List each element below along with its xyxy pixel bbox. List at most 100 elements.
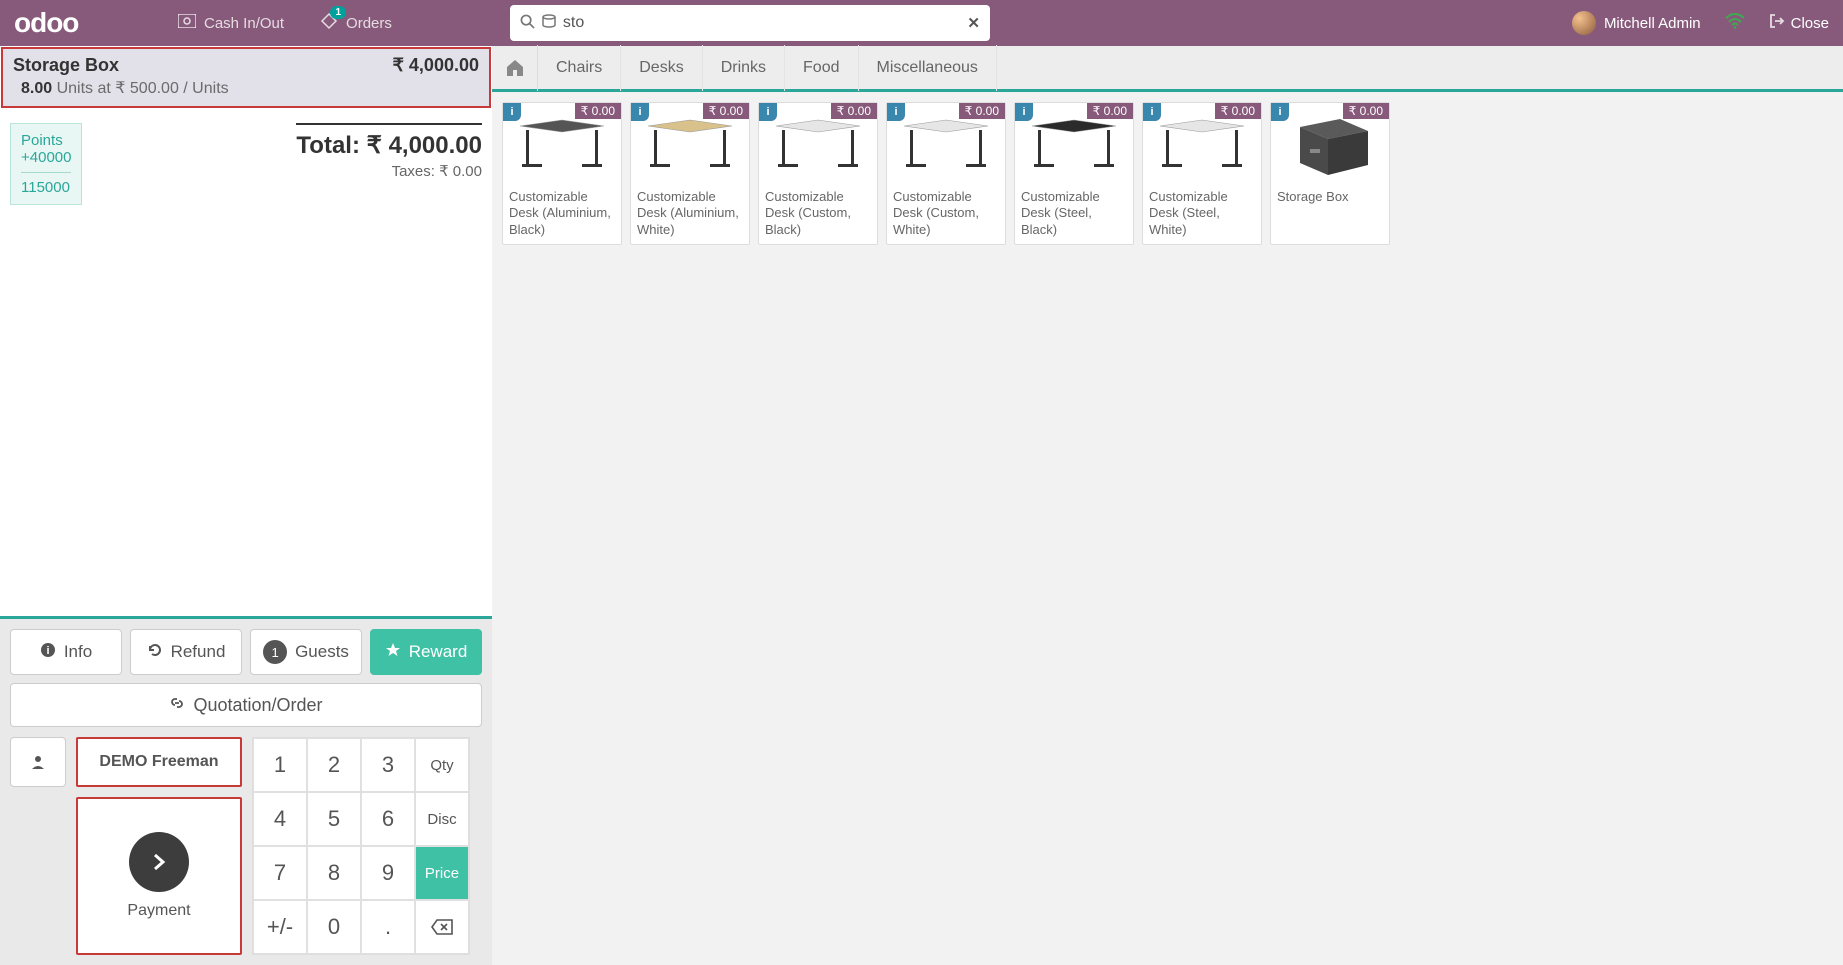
ticket-icon: 1 xyxy=(320,12,338,34)
order-line-unit-text: Units at ₹ 500.00 / Units xyxy=(57,80,229,97)
order-line-qty: 8.00 xyxy=(21,80,52,97)
star-icon xyxy=(385,642,401,663)
info-icon[interactable]: i xyxy=(1271,103,1289,121)
product-name: Customizable Desk (Custom, Black) xyxy=(759,185,877,244)
user-icon xyxy=(30,754,46,770)
numpad-9[interactable]: 9 xyxy=(361,846,415,900)
info-icon[interactable]: i xyxy=(1015,103,1033,121)
category-tab-desks[interactable]: Desks xyxy=(621,45,702,91)
numpad-plusminus[interactable]: +/- xyxy=(253,900,307,954)
reward-label: Reward xyxy=(409,642,468,662)
cash-in-out-button[interactable]: Cash In/Out xyxy=(160,0,302,46)
payment-label: Payment xyxy=(127,902,190,920)
product-card[interactable]: i₹ 0.00Customizable Desk (Steel, White) xyxy=(1142,102,1262,245)
order-line-price: ₹ 4,000.00 xyxy=(392,55,479,76)
numpad-price[interactable]: Price xyxy=(415,846,469,900)
info-icon[interactable]: i xyxy=(631,103,649,121)
numpad-qty[interactable]: Qty xyxy=(415,738,469,792)
cash-icon xyxy=(178,14,196,32)
quotation-button[interactable]: Quotation/Order xyxy=(10,683,482,727)
svg-text:i: i xyxy=(46,645,49,657)
info-button[interactable]: i Info xyxy=(10,629,122,675)
info-label: Info xyxy=(64,642,92,662)
numpad-6[interactable]: 6 xyxy=(361,792,415,846)
close-button[interactable]: Close xyxy=(1755,13,1843,33)
user-name: Mitchell Admin xyxy=(1604,15,1701,32)
refund-button[interactable]: Refund xyxy=(130,629,242,675)
numpad-backspace[interactable] xyxy=(415,900,469,954)
product-card[interactable]: i₹ 0.00Customizable Desk (Steel, Black) xyxy=(1014,102,1134,245)
reward-button[interactable]: Reward xyxy=(370,629,482,675)
numpad-4[interactable]: 4 xyxy=(253,792,307,846)
price-tag: ₹ 0.00 xyxy=(1343,103,1389,119)
product-image xyxy=(640,112,740,177)
product-image xyxy=(512,112,612,177)
category-tab-drinks[interactable]: Drinks xyxy=(703,45,785,91)
product-image xyxy=(896,112,996,177)
order-line[interactable]: Storage Box ₹ 4,000.00 8.00 Units at ₹ 5… xyxy=(1,47,491,108)
product-card[interactable]: i₹ 0.00Customizable Desk (Aluminium, Bla… xyxy=(502,102,622,245)
actions-panel: i Info Refund 1 Guests xyxy=(0,619,492,965)
info-icon[interactable]: i xyxy=(759,103,777,121)
category-bar: ChairsDesksDrinksFoodMiscellaneous xyxy=(492,46,1843,92)
chevron-right-icon xyxy=(129,832,189,892)
order-panel: Storage Box ₹ 4,000.00 8.00 Units at ₹ 5… xyxy=(0,46,492,965)
user-menu[interactable]: Mitchell Admin xyxy=(1558,11,1715,35)
undo-icon xyxy=(147,642,163,663)
numpad-3[interactable]: 3 xyxy=(361,738,415,792)
product-panel: ChairsDesksDrinksFoodMiscellaneous i₹ 0.… xyxy=(492,46,1843,965)
barcode-icon xyxy=(541,14,557,32)
order-line-name: Storage Box xyxy=(13,55,119,76)
close-label: Close xyxy=(1791,15,1829,32)
points-total: 115000 xyxy=(21,179,71,196)
numpad-5[interactable]: 5 xyxy=(307,792,361,846)
category-tab-food[interactable]: Food xyxy=(785,45,858,91)
guests-button[interactable]: 1 Guests xyxy=(250,629,362,675)
logo[interactable]: odoo xyxy=(0,0,160,46)
product-card[interactable]: i₹ 0.00Customizable Desk (Custom, White) xyxy=(886,102,1006,245)
product-card[interactable]: i ₹ 0.00 Customizable Desk (Aluminium, Whi… xyxy=(630,102,750,245)
customer-icon-button[interactable] xyxy=(10,737,66,787)
price-tag: ₹ 0.00 xyxy=(703,103,749,119)
search-box[interactable]: ✕ xyxy=(510,5,990,41)
orders-label: Orders xyxy=(346,15,392,32)
numpad-0[interactable]: 0 xyxy=(307,900,361,954)
product-name: Customizable Desk (Aluminium, White) xyxy=(631,185,749,244)
payment-button[interactable]: Payment xyxy=(76,797,242,955)
numpad-dot[interactable]: . xyxy=(361,900,415,954)
customer-name-button[interactable]: DEMO Freeman xyxy=(76,737,242,787)
numpad-disc[interactable]: Disc xyxy=(415,792,469,846)
order-total: Total: ₹ 4,000.00 xyxy=(296,131,482,160)
product-card[interactable]: i ₹ 0.00 Storage Box xyxy=(1270,102,1390,245)
numpad-7[interactable]: 7 xyxy=(253,846,307,900)
product-grid: i ₹ 0.00 Customizable Desk (Aluminium, Bla… xyxy=(492,92,1843,255)
product-name: Customizable Desk (Steel, Black) xyxy=(1015,185,1133,244)
wifi-icon xyxy=(1715,13,1755,34)
logout-icon xyxy=(1769,13,1785,33)
clear-search-icon[interactable]: ✕ xyxy=(967,14,980,32)
numpad-2[interactable]: 2 xyxy=(307,738,361,792)
price-tag: ₹ 0.00 xyxy=(1215,103,1261,119)
product-name: Customizable Desk (Aluminium, Black) xyxy=(503,185,621,244)
home-button[interactable] xyxy=(492,45,538,91)
info-icon[interactable]: i xyxy=(887,103,905,121)
orders-button[interactable]: 1 Orders xyxy=(302,0,410,46)
price-tag: ₹ 0.00 xyxy=(831,103,877,119)
topbar: odoo Cash In/Out 1 Orders ✕ Mitchell Adm… xyxy=(0,0,1843,46)
category-tab-chairs[interactable]: Chairs xyxy=(538,45,621,91)
numpad-8[interactable]: 8 xyxy=(307,846,361,900)
numpad-1[interactable]: 1 xyxy=(253,738,307,792)
category-tab-miscellaneous[interactable]: Miscellaneous xyxy=(859,45,997,91)
info-icon[interactable]: i xyxy=(1143,103,1161,121)
product-image xyxy=(1024,112,1124,177)
search-icon xyxy=(520,14,535,33)
info-icon[interactable]: i xyxy=(503,103,521,121)
info-icon: i xyxy=(40,642,56,663)
product-card[interactable]: i ₹ 0.00 Customizable Desk (Custom, Black) xyxy=(758,102,878,245)
product-name: Storage Box xyxy=(1271,185,1389,211)
search-input[interactable] xyxy=(563,14,961,32)
numpad: 1 2 3 Qty 4 5 6 Disc 7 8 9 Price +/- 0 . xyxy=(252,737,470,955)
guests-count: 1 xyxy=(263,640,287,664)
link-icon xyxy=(169,695,185,716)
product-image xyxy=(768,112,868,177)
